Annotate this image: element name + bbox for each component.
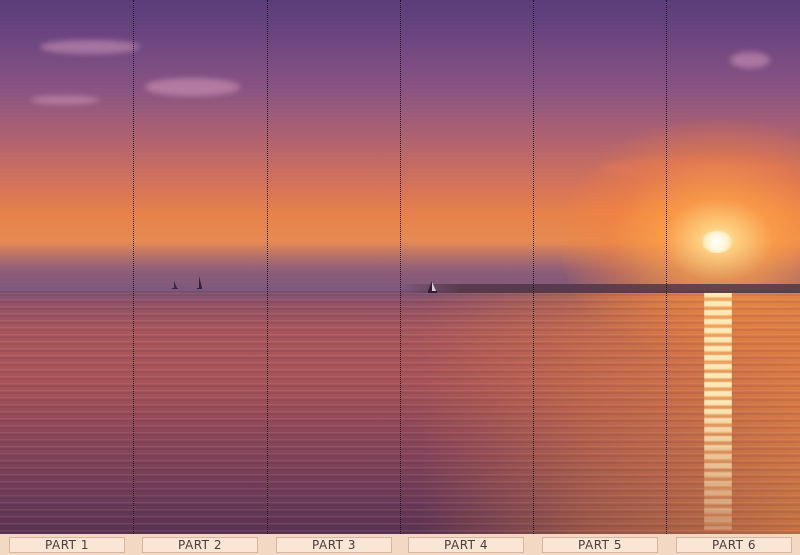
part-label-1: PART 1: [9, 537, 125, 553]
split-panel-image: PART 1 PART 2 PART 3 PART 4 PART 5 PART …: [0, 0, 800, 555]
cloud: [30, 96, 100, 104]
sailboat-icon: [172, 281, 178, 289]
sun-reflection-path: [704, 292, 732, 530]
sailboat-icon: [428, 281, 437, 293]
part-label-2: PART 2: [142, 537, 258, 553]
sunset-lake-scene: [0, 0, 800, 534]
panel-divider: [666, 0, 667, 534]
part-label-5: PART 5: [542, 537, 658, 553]
panel-divider: [133, 0, 134, 534]
sailboat-icon: [197, 276, 202, 289]
panel-divider: [533, 0, 534, 534]
part-label-3: PART 3: [276, 537, 392, 553]
cloud: [730, 52, 770, 68]
part-label-4: PART 4: [408, 537, 524, 553]
sun: [702, 231, 732, 253]
cloud: [145, 78, 240, 96]
panel-divider: [400, 0, 401, 534]
part-label-6: PART 6: [676, 537, 792, 553]
cloud: [40, 40, 140, 54]
panel-divider: [267, 0, 268, 534]
distant-shoreline: [400, 284, 800, 293]
